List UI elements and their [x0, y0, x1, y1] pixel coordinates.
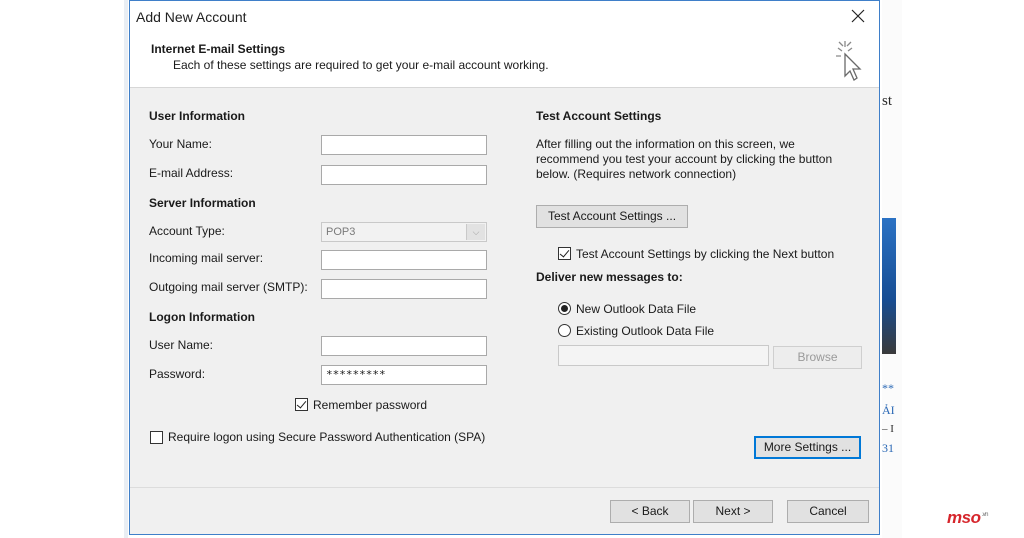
background-text-fragment: **: [882, 381, 894, 395]
background-window-left: [0, 0, 128, 538]
test-account-settings-heading: Test Account Settings: [536, 109, 662, 123]
chevron-down-icon: ⌵: [466, 224, 485, 240]
browse-button: Browse: [773, 346, 862, 369]
dialog-title: Add New Account: [136, 9, 247, 25]
logon-information-heading: Logon Information: [149, 310, 255, 324]
outgoing-server-label: Outgoing mail server (SMTP):: [149, 280, 308, 294]
test-settings-description: After filling out the information on thi…: [536, 137, 833, 181]
data-file-path-input: [558, 345, 769, 366]
user-information-heading: User Information: [149, 109, 246, 123]
background-text-fragment: 31: [882, 441, 894, 455]
remember-password-label: Remember password: [313, 398, 428, 412]
add-new-account-dialog: Add New Account Internet E-mail Settings…: [129, 0, 880, 535]
back-button[interactable]: < Back: [610, 500, 690, 523]
wizard-cursor-icon: [836, 41, 862, 81]
spa-label: Require logon using Secure Password Auth…: [168, 430, 486, 444]
background-window-right: st ** ẢI – I 31: [882, 0, 902, 538]
more-settings-button[interactable]: More Settings ...: [754, 436, 861, 459]
page-subtitle: Each of these settings are required to g…: [173, 58, 549, 72]
user-name-input[interactable]: [321, 336, 487, 356]
background-text-fragment: – I: [882, 423, 894, 435]
your-name-label: Your Name:: [149, 137, 212, 151]
email-address-input[interactable]: [321, 165, 487, 185]
cancel-button[interactable]: Cancel: [787, 500, 869, 523]
account-type-label: Account Type:: [149, 224, 225, 238]
wizard-header: Internet E-mail Settings Each of these s…: [130, 32, 879, 88]
password-label: Password:: [149, 367, 206, 381]
account-type-value: POP3: [326, 226, 356, 238]
mso-logo: mso.vn: [947, 508, 988, 527]
footer-divider: [130, 487, 879, 488]
existing-data-file-radio[interactable]: [558, 324, 571, 337]
existing-data-file-label: Existing Outlook Data File: [576, 324, 715, 338]
close-button[interactable]: [847, 5, 869, 27]
new-data-file-label: New Outlook Data File: [576, 302, 697, 316]
incoming-server-label: Incoming mail server:: [149, 251, 264, 265]
server-information-heading: Server Information: [149, 196, 256, 210]
background-image-fragment: [882, 218, 896, 354]
incoming-server-input[interactable]: [321, 250, 487, 270]
remember-password-checkbox[interactable]: [295, 398, 308, 411]
auto-test-checkbox[interactable]: [558, 247, 571, 260]
background-text-fragment: st: [882, 93, 893, 109]
dialog-titlebar: Add New Account: [130, 1, 879, 32]
deliver-messages-heading: Deliver new messages to:: [536, 270, 683, 284]
test-account-settings-button[interactable]: Test Account Settings ...: [536, 205, 688, 228]
email-address-label: E-mail Address:: [149, 166, 234, 180]
spa-checkbox[interactable]: [150, 431, 163, 444]
account-type-select: POP3 ⌵: [321, 222, 487, 242]
next-button[interactable]: Next >: [693, 500, 773, 523]
outgoing-server-input[interactable]: [321, 279, 487, 299]
password-input[interactable]: *********: [321, 365, 487, 385]
close-icon: [851, 9, 865, 23]
page-title: Internet E-mail Settings: [151, 42, 286, 56]
your-name-input[interactable]: [321, 135, 487, 155]
background-text-fragment: ẢI: [882, 403, 895, 417]
new-data-file-radio[interactable]: [558, 302, 571, 315]
user-name-label: User Name:: [149, 338, 214, 352]
auto-test-label: Test Account Settings by clicking the Ne…: [576, 247, 835, 261]
